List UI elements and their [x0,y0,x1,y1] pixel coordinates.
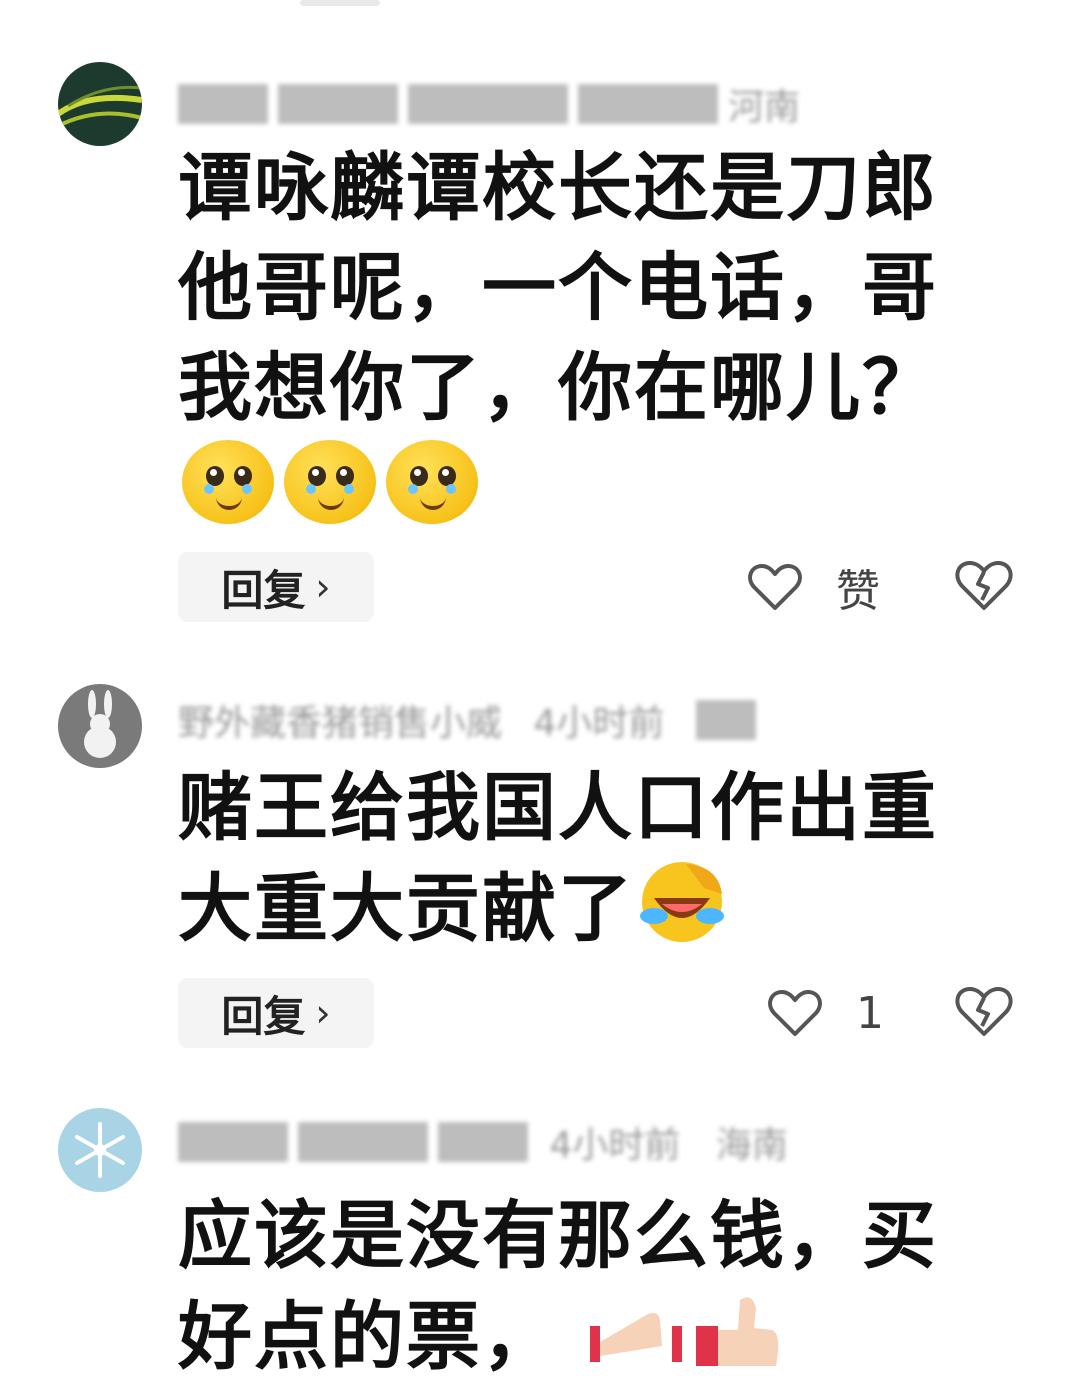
comment-time: 4小时前 [533,703,665,744]
comment-author: 野外藏香猪销售小威 [178,703,503,744]
comment-meta: 4小时前 海南 [178,1116,788,1166]
pleading-face-icon [284,440,376,524]
comment-location: 河南 [728,87,801,128]
like-button[interactable]: 1 [768,978,884,1048]
laughing-crying-face-icon [640,862,724,942]
avatar[interactable] [58,1108,142,1192]
comment-text-content: 应该是没有那么钱，买好点的票， [178,1193,938,1380]
broken-heart-icon [955,561,1013,610]
avatar[interactable] [58,62,142,146]
heart-icon [748,564,802,610]
comment-meta: 河南 [178,78,801,128]
reply-label: 回复 [221,565,306,615]
dislike-button[interactable] [954,558,1014,618]
reply-button[interactable]: 回复 › [178,978,374,1048]
previous-divider [300,0,380,6]
like-label: 赞 [836,566,880,617]
heart-icon [768,990,822,1036]
like-count: 1 [856,987,884,1039]
broken-heart-icon [955,987,1013,1036]
comment-text: 谭咏麟谭校长还是刀郎他哥呢，一个电话，哥我想你了，你在哪儿？ [178,145,938,431]
avatar[interactable] [58,684,142,768]
reply-label: 回复 [221,991,306,1041]
chevron-right-icon: › [315,565,331,609]
reply-button[interactable]: 回复 › [178,552,374,622]
clap-and-thumbs-up-icon [590,1297,779,1366]
comment-time: 4小时前 [549,1125,681,1166]
comment-text-content: 赌王给我国人口作出重大重大贡献了 [178,765,938,952]
like-button[interactable]: 赞 [748,552,880,622]
comment-text: 赌王给我国人口作出重大重大贡献了 [178,758,968,959]
comment-location: 海南 [715,1125,788,1166]
comment-text: 应该是没有那么钱，买好点的票， [178,1186,968,1387]
chevron-right-icon: › [315,991,331,1035]
pleading-face-icon [386,440,478,524]
dislike-button[interactable] [954,984,1014,1044]
pleading-face-icon [182,440,274,524]
comment-meta: 野外藏香猪销售小威 4小时前 [178,694,766,744]
